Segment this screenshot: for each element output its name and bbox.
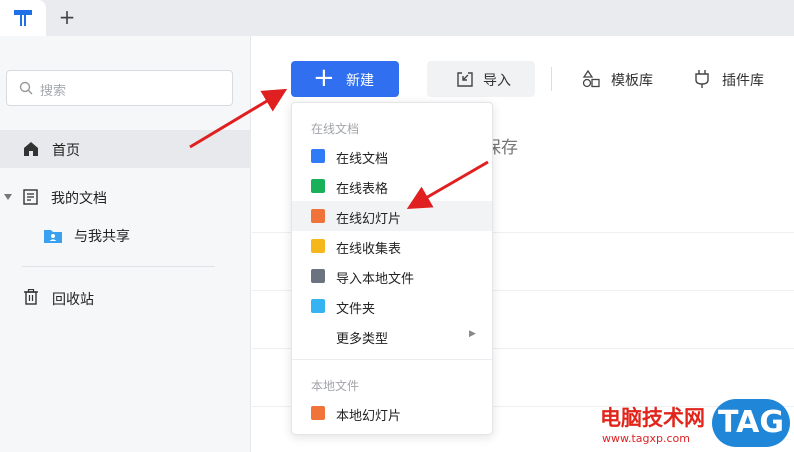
import-button-label: 导入 — [483, 73, 511, 89]
sidebar-item-shared-with-me[interactable]: 与我共享 — [0, 216, 251, 254]
tab-bar: + — [0, 0, 794, 36]
app-logo-icon — [14, 10, 32, 26]
import-icon — [457, 72, 473, 87]
online-slides-icon — [311, 209, 325, 223]
search-input[interactable]: 搜索 — [6, 70, 233, 106]
sidebar: 搜索 首页 我的文档 与我共享 回收站 — [0, 36, 251, 452]
menu-item-collection-form[interactable]: 在线收集表 — [292, 231, 492, 261]
menu-item-online-slides[interactable]: 在线幻灯片 — [292, 201, 492, 231]
sidebar-item-label: 首页 — [52, 143, 80, 159]
site-watermark: 电脑技术网 www.tagxp.com TAG — [596, 396, 794, 452]
sidebar-item-label: 回收站 — [52, 292, 94, 308]
chevron-right-icon: ▶ — [469, 329, 476, 339]
menu-item-more-types[interactable]: 更多类型 ▶ — [292, 321, 492, 351]
home-tab[interactable] — [0, 0, 46, 36]
sidebar-item-label: 我的文档 — [51, 191, 107, 207]
online-sheet-icon — [311, 179, 325, 193]
section-header-online: 在线文档 — [311, 122, 360, 136]
section-header-local: 本地文件 — [311, 379, 360, 393]
search-icon — [19, 81, 33, 95]
add-tab-button[interactable]: + — [56, 5, 78, 29]
menu-item-label: 在线文档 — [336, 152, 389, 167]
menu-item-label: 在线收集表 — [336, 242, 402, 257]
plugin-icon — [695, 70, 709, 88]
search-placeholder: 搜索 — [40, 84, 67, 99]
menu-item-label: 在线幻灯片 — [336, 212, 402, 227]
menu-item-label: 本地幻灯片 — [336, 409, 402, 424]
online-doc-icon — [311, 149, 325, 163]
menu-item-import-local[interactable]: 导入本地文件 — [292, 261, 492, 291]
home-icon — [24, 142, 38, 156]
menu-item-label: 更多类型 — [336, 332, 389, 347]
new-button[interactable]: + 新建 — [291, 61, 399, 97]
menu-item-label: 文件夹 — [336, 302, 376, 317]
watermark-site-name: 电脑技术网 — [600, 406, 705, 430]
toolbar-divider — [551, 67, 552, 91]
sidebar-item-trash[interactable]: 回收站 — [0, 279, 251, 317]
menu-item-online-sheet[interactable]: 在线表格 — [292, 171, 492, 201]
menu-item-local-slides[interactable]: 本地幻灯片 — [292, 398, 492, 428]
templates-button[interactable]: 模板库 — [578, 61, 668, 97]
new-button-label: 新建 — [346, 73, 374, 89]
menu-item-label: 在线表格 — [336, 182, 389, 197]
document-icon — [23, 189, 38, 205]
menu-item-folder[interactable]: 文件夹 — [292, 291, 492, 321]
menu-item-label: 导入本地文件 — [336, 272, 415, 287]
sidebar-item-label: 与我共享 — [74, 229, 130, 245]
folder-icon — [311, 299, 325, 313]
plugins-button[interactable]: 插件库 — [692, 61, 782, 97]
sidebar-item-my-docs[interactable]: 我的文档 — [0, 178, 251, 216]
sidebar-divider — [22, 266, 215, 267]
menu-item-online-doc[interactable]: 在线文档 — [292, 141, 492, 171]
trash-icon — [24, 289, 38, 305]
template-shapes-icon — [582, 70, 600, 88]
menu-divider — [292, 359, 492, 360]
local-slides-icon — [311, 406, 325, 420]
templates-button-label: 模板库 — [611, 73, 653, 89]
import-button[interactable]: 导入 — [427, 61, 535, 97]
plugins-button-label: 插件库 — [722, 73, 764, 89]
collapse-triangle-icon[interactable] — [4, 193, 12, 201]
watermark-tag-badge: TAG — [712, 399, 790, 447]
collection-form-icon — [311, 239, 325, 253]
plus-icon: + — [313, 63, 335, 93]
shared-folder-icon — [44, 230, 62, 243]
new-dropdown-menu: 在线文档 在线文档 在线表格 在线幻灯片 在线收集表 导入本地文件 文件夹 更多… — [291, 102, 493, 435]
sidebar-item-home[interactable]: 首页 — [0, 130, 251, 168]
watermark-url: www.tagxp.com — [602, 432, 690, 445]
import-file-icon — [311, 269, 325, 283]
